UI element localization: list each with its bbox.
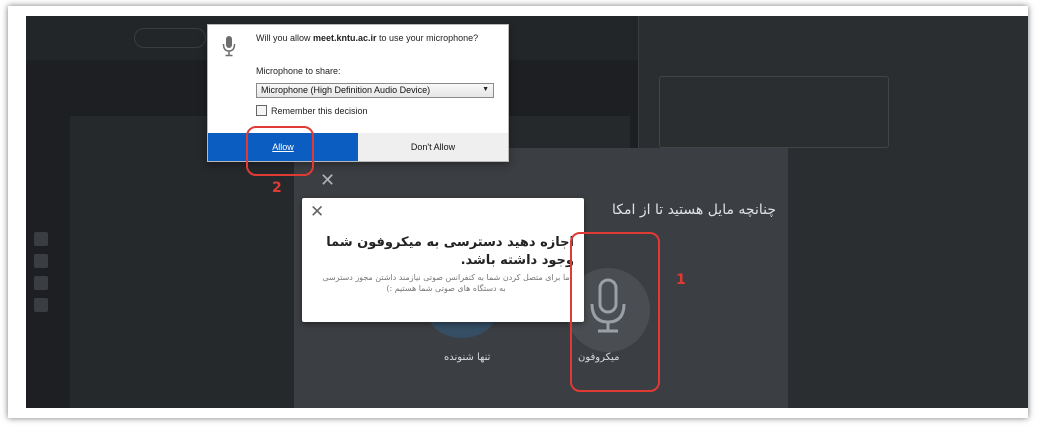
panel-message-card (659, 76, 889, 148)
remember-label: Remember this decision (271, 105, 368, 116)
step-number-2: 2 (272, 180, 282, 196)
microphone-icon (222, 36, 236, 57)
question-prefix: Will you allow (256, 33, 314, 43)
modal-title: چنانچه مایل هستید تا از امکا (612, 202, 776, 218)
microphone-permission-tooltip: ✕ اجازه دهید دسترسی به میکروفون شما وجود… (302, 198, 584, 322)
chevron-down-icon: ▼ (482, 86, 489, 93)
microphone-share-label: Microphone to share: (256, 66, 341, 76)
dont-allow-button[interactable]: Don't Allow (358, 133, 508, 161)
tool-icon[interactable] (34, 276, 48, 290)
tooltip-title: اجازه دهید دسترسی به میکروفون شما وجود د… (326, 235, 574, 268)
permission-question: Will you allow meet.kntu.ac.ir to use yo… (256, 33, 496, 44)
topbar-button[interactable] (134, 28, 206, 48)
step-number-1: 1 (676, 272, 686, 288)
highlight-box-microphone (570, 232, 660, 392)
remember-checkbox[interactable] (256, 105, 267, 116)
microphone-device-select[interactable]: Microphone (High Definition Audio Device… (256, 83, 494, 98)
tool-icon[interactable] (34, 298, 48, 312)
highlight-box-allow (246, 126, 314, 176)
modal-close-icon[interactable]: ✕ (320, 170, 335, 191)
question-suffix: to use your microphone? (376, 33, 479, 43)
tool-icon[interactable] (34, 232, 48, 246)
requesting-domain: meet.kntu.ac.ir (313, 33, 377, 43)
tooltip-close-icon[interactable]: ✕ (310, 202, 324, 222)
left-toolbar (34, 232, 52, 332)
remember-decision[interactable]: Remember this decision (256, 105, 368, 116)
listen-only-label[interactable]: تنها شنونده (444, 352, 490, 363)
selected-device: Microphone (High Definition Audio Device… (261, 85, 431, 95)
tool-icon[interactable] (34, 254, 48, 268)
tooltip-description: ما برای متصل کردن شما به کنفرانس صوتی نی… (322, 273, 570, 293)
